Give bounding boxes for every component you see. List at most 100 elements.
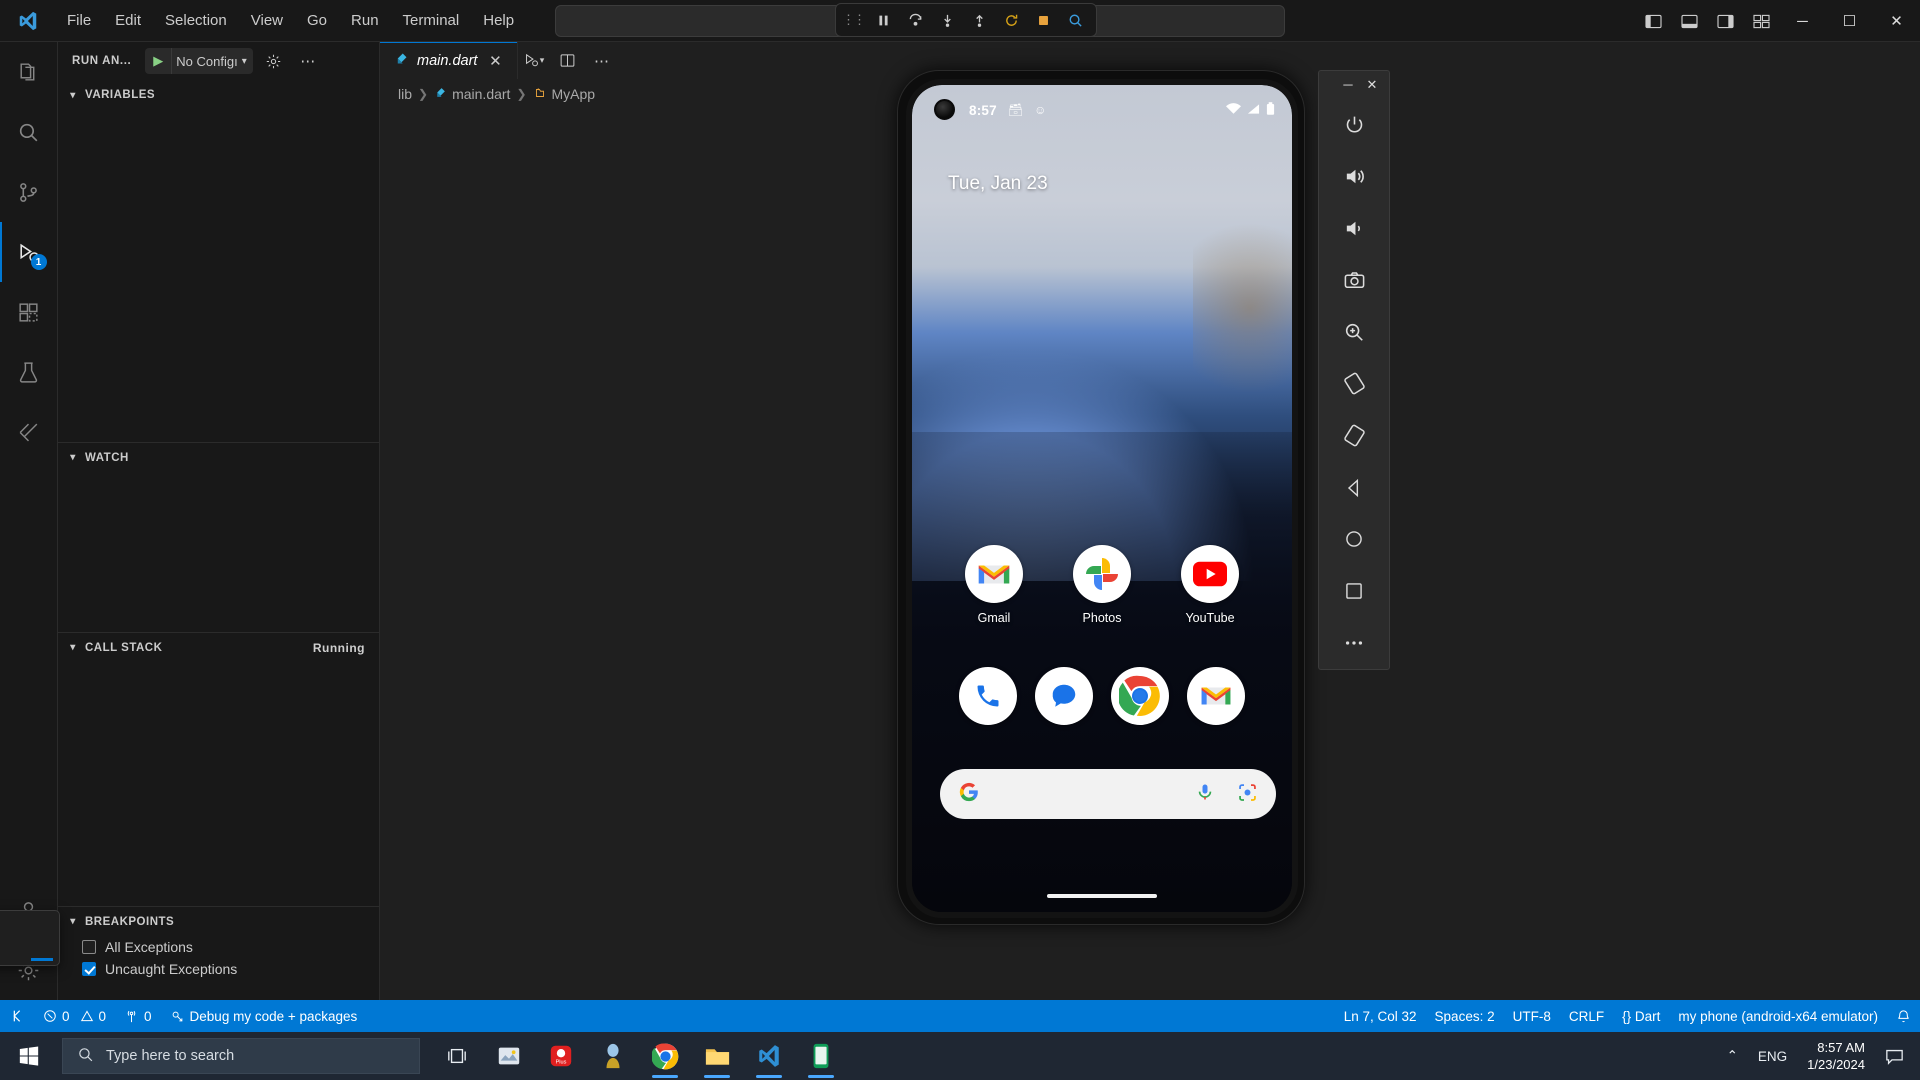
toggle-secondary-sidebar-icon[interactable] [1707,0,1743,42]
sidebar-item-explorer[interactable] [0,42,58,102]
debug-hot-restart-button[interactable] [997,7,1026,34]
menu-bar[interactable]: File Edit Selection View Go Run Terminal… [56,8,525,33]
close-icon[interactable]: ✕ [485,52,505,70]
breakpoint-all-exceptions[interactable]: All Exceptions [58,936,379,958]
sidebar-item-extensions[interactable] [0,282,58,342]
taskbar-search-box[interactable]: Type here to search [62,1038,420,1074]
show-hidden-icons-chevron[interactable]: ⌃ [1717,1032,1748,1080]
clock[interactable]: 8:57 AM 1/23/2024 [1797,1032,1875,1080]
start-debugging-button[interactable]: ▶ [145,53,171,69]
section-breakpoints[interactable]: ▾ BREAKPOINTS [58,906,379,936]
open-launch-settings-icon[interactable] [261,48,287,74]
volume-down-icon[interactable] [1328,203,1380,255]
section-watch[interactable]: ▾ WATCH [58,442,379,472]
google-lens-icon[interactable] [1237,782,1258,807]
google-search-bar[interactable] [940,769,1276,819]
notifications-bell-icon[interactable] [1887,1000,1920,1032]
device-selector[interactable]: my phone (android-x64 emulator) [1669,1000,1887,1032]
action-center-icon[interactable] [1875,1032,1914,1080]
window-close-button[interactable]: ✕ [1873,0,1920,42]
language-indicator[interactable]: ENG [1748,1032,1797,1080]
window-minimize-button[interactable]: ─ [1779,0,1826,42]
sidebar-more-actions-icon[interactable]: ⋯ [295,48,321,74]
camera-icon[interactable] [1328,254,1380,306]
encoding-setting[interactable]: UTF-8 [1504,1000,1560,1032]
sidebar-item-source-control[interactable] [0,162,58,222]
breadcrumb-lib[interactable]: lib [398,86,412,102]
emulator-icon[interactable] [796,1032,846,1080]
emulator-minimize-button[interactable]: ─ [1337,74,1359,96]
menu-terminal[interactable]: Terminal [392,8,471,33]
menu-go[interactable]: Go [296,8,338,33]
remote-window-button[interactable] [0,1000,34,1032]
debug-toolbar[interactable]: ⋮⋮ [835,3,1097,37]
more-dots-icon[interactable] [1328,617,1380,669]
debug-stop-button[interactable] [1029,7,1058,34]
breadcrumb-file[interactable]: main.dart [434,86,510,102]
sd-card-icon: 🗃 [1007,103,1024,117]
sidebar-item-run-and-debug[interactable]: 1 [0,222,58,282]
menu-edit[interactable]: Edit [104,8,152,33]
menu-run[interactable]: Run [340,8,390,33]
android-emulator-window[interactable]: 8:57 🗃 ☺ Tue, Jan 23 Gmail Photos YouTub… [897,70,1305,925]
breakpoint-uncaught-exceptions[interactable]: Uncaught Exceptions [58,958,379,980]
menu-help[interactable]: Help [472,8,525,33]
menu-file[interactable]: File [56,8,102,33]
launch-config-bar[interactable]: ▶ No Configı ▾ [145,48,253,74]
tab-main-dart[interactable]: main.dart ✕ [380,42,519,79]
rotate-right-icon[interactable] [1328,410,1380,462]
sidebar-item-testing[interactable] [0,342,58,402]
start-button[interactable] [0,1032,58,1080]
editor-more-actions-icon[interactable]: ⋯ [586,46,616,76]
character-icon[interactable] [588,1032,638,1080]
debug-step-out-button[interactable] [965,7,994,34]
back-triangle-icon[interactable] [1328,462,1380,514]
power-icon[interactable] [1328,99,1380,151]
magnifier-icon[interactable] [1328,306,1380,358]
breadcrumb-symbol[interactable]: MyApp [533,86,595,103]
folder-icon[interactable] [692,1032,742,1080]
debug-mode-button[interactable]: Debug my code + packages [161,1000,367,1032]
indentation-setting[interactable]: Spaces: 2 [1426,1000,1504,1032]
chrome-icon[interactable] [640,1032,690,1080]
checkbox-unchecked-icon[interactable] [82,940,96,954]
toggle-primary-sidebar-icon[interactable] [1635,0,1671,42]
android-home-indicator[interactable] [1047,894,1157,898]
menu-view[interactable]: View [240,8,294,33]
split-editor-icon[interactable] [552,46,582,76]
debug-step-over-button[interactable] [901,7,930,34]
volume-up-icon[interactable] [1328,151,1380,203]
pdf-icon[interactable]: Plus [536,1032,586,1080]
rotate-left-icon[interactable] [1328,358,1380,410]
menu-selection[interactable]: Selection [154,8,238,33]
toggle-panel-icon[interactable] [1671,0,1707,42]
eol-setting[interactable]: CRLF [1560,1000,1613,1032]
home-screen-date: Tue, Jan 23 [948,173,1048,194]
task-view-icon[interactable] [432,1032,482,1080]
drag-handle-icon[interactable]: ⋮⋮ [842,12,866,28]
debug-step-into-button[interactable] [933,7,962,34]
launch-config-dropdown[interactable]: No Configı ▾ [171,48,252,74]
microphone-icon[interactable] [1195,782,1215,806]
debug-inspect-widget-button[interactable] [1061,7,1090,34]
cursor-position[interactable]: Ln 7, Col 32 [1335,1000,1426,1032]
run-or-debug-icon[interactable]: ▾ [518,46,548,76]
section-variables[interactable]: ▾ VARIABLES [58,80,379,110]
vscode-icon[interactable] [744,1032,794,1080]
checkbox-checked-icon[interactable] [82,962,96,976]
section-call-stack[interactable]: ▾ CALL STACK Running [58,632,379,662]
notification-toast[interactable]: Flutter: Launching... [0,910,60,966]
overview-square-icon[interactable] [1328,565,1380,617]
home-circle-icon[interactable] [1328,514,1380,566]
phone-screen[interactable]: 8:57 🗃 ☺ Tue, Jan 23 Gmail Photos YouTub… [912,85,1292,912]
radio-tower-button[interactable]: 0 [115,1000,161,1032]
emulator-close-button[interactable]: ✕ [1361,74,1383,96]
language-mode[interactable]: {} Dart [1613,1000,1669,1032]
paint-icon[interactable] [484,1032,534,1080]
customize-layout-icon[interactable] [1743,0,1779,42]
sidebar-item-search[interactable] [0,102,58,162]
window-maximize-button[interactable]: ☐ [1826,0,1873,42]
sidebar-item-flutter[interactable] [0,402,58,462]
problems-button[interactable]: 0 0 [34,1000,115,1032]
debug-pause-button[interactable] [869,7,898,34]
